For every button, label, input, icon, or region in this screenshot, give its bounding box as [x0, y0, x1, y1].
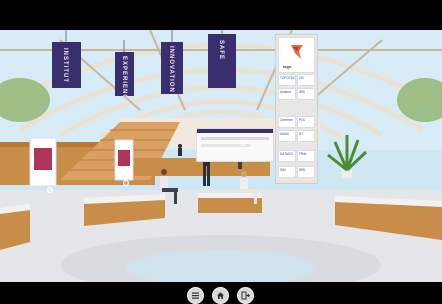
nav-hotspot[interactable]: [121, 174, 127, 180]
info-screen-line: [201, 137, 269, 140]
banner-text-2: EXPERIENCE: [121, 56, 127, 105]
info-screen[interactable]: [196, 128, 274, 162]
sponsor-logo-caption: logo: [283, 64, 292, 69]
home-icon: [217, 292, 224, 299]
sponsor-tile[interactable]: OS: [297, 74, 315, 86]
sponsor-tile[interactable]: POL: [297, 116, 315, 128]
exhibition-hall-viewport[interactable]: INSTITUT EXPERIENCE INNOVATION SAFE logo…: [0, 30, 442, 282]
sponsor-tile[interactable]: Amitour: [278, 88, 296, 100]
bottom-toolbar: [0, 282, 442, 304]
sponsor-tile[interactable]: TOPOTEC: [278, 74, 296, 86]
exit-button[interactable]: [237, 287, 254, 304]
menu-icon: [192, 292, 199, 299]
banner-text-3: INNOVATION: [168, 46, 174, 93]
nav-hotspot[interactable]: [240, 140, 246, 146]
sponsor-tile[interactable]: iRIS: [297, 88, 315, 100]
sponsor-tile[interactable]: FRAL: [297, 150, 315, 162]
home-button[interactable]: [212, 287, 229, 304]
sponsor-logo-panel: logo: [278, 37, 315, 73]
sponsor-tile[interactable]: SIM: [278, 166, 296, 178]
sponsor-tile[interactable]: Ceremex: [278, 116, 296, 128]
letterbox-top: [0, 0, 442, 30]
sponsor-tile[interactable]: WID: [297, 166, 315, 178]
sponsor-tile[interactable]: AIAMI: [278, 130, 296, 142]
sponsor-tile[interactable]: DATAGO: [278, 150, 296, 162]
organizer-logo-icon: [291, 45, 303, 59]
nav-hotspot[interactable]: [47, 187, 53, 193]
menu-button[interactable]: [187, 287, 204, 304]
info-screen-header: [197, 129, 273, 133]
exit-icon: [241, 291, 250, 300]
nav-hotspot[interactable]: [123, 180, 129, 186]
banner-text-1: INSTITUT: [62, 48, 68, 83]
banner-text-4: SAFE: [218, 40, 224, 61]
sponsor-tile[interactable]: NT: [297, 130, 315, 142]
